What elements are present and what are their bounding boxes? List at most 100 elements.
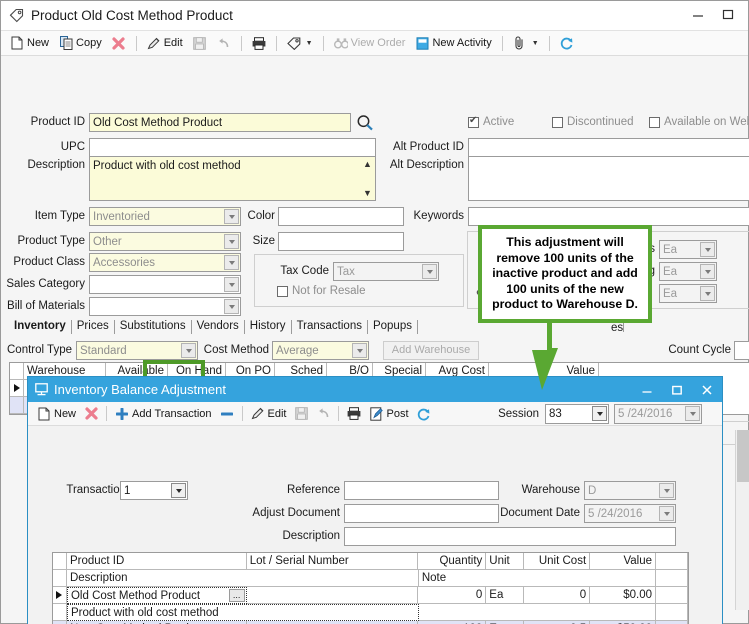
reference-input[interactable] [344, 481, 499, 500]
session-select[interactable]: 83 [545, 404, 609, 424]
chevron-down-icon[interactable] [659, 483, 674, 498]
not-for-resale-checkbox[interactable]: Not for Resale [277, 285, 366, 297]
row-selector[interactable] [10, 380, 24, 397]
dialog-remove-transaction-button[interactable] [216, 403, 238, 424]
add-warehouse-button[interactable]: Add Warehouse [383, 341, 479, 360]
available-on-web-checkbox[interactable]: Available on Web [649, 116, 749, 128]
tab-transactions[interactable]: Transactions [292, 320, 368, 334]
magnifier-icon[interactable] [356, 114, 374, 135]
tab-vendors[interactable]: Vendors [192, 320, 245, 334]
tax-code-select[interactable]: Tax [333, 262, 439, 281]
chevron-down-icon[interactable] [181, 343, 196, 358]
chevron-down-icon[interactable] [700, 242, 715, 257]
toolbar-save-button[interactable] [189, 33, 211, 54]
active-checkbox[interactable]: Active [468, 115, 514, 128]
discontinued-checkbox[interactable]: Discontinued [552, 116, 633, 128]
chevron-up-icon[interactable]: ▲ [363, 159, 372, 169]
table-row[interactable]: Old Cost Method Product ... 0 Ea 0 $0.00 [53, 587, 688, 604]
description-input[interactable]: Product with old cost method [89, 156, 376, 201]
transaction-select[interactable]: 1 [120, 481, 188, 500]
cell-product-id[interactable]: Old Cost Method Product ... [66, 587, 247, 604]
cell-unit[interactable]: Ea [486, 587, 525, 604]
cell-note[interactable] [418, 604, 657, 621]
dialog-print-button[interactable] [343, 403, 365, 424]
control-type-select[interactable]: Standard [76, 341, 198, 360]
upc-input[interactable] [89, 138, 376, 157]
product-type-select[interactable]: Other [89, 232, 241, 251]
table-row-description[interactable]: Product with old cost method [53, 604, 688, 621]
maximize-icon[interactable] [666, 379, 688, 401]
description-scrollbar[interactable]: ▲ ▼ [361, 157, 375, 200]
document-date-field[interactable]: 5 /24/2016 [584, 504, 676, 523]
chevron-down-icon[interactable] [224, 299, 239, 314]
product-class-select[interactable]: Accessories [89, 253, 241, 272]
count-cycle-input[interactable] [734, 341, 749, 360]
chevron-down-icon[interactable] [700, 286, 715, 301]
dialog-refresh-button[interactable] [413, 403, 435, 424]
toolbar-attachment-button[interactable]: ▼ [509, 33, 543, 54]
dialog-description-input[interactable] [344, 527, 676, 546]
item-type-select[interactable]: Inventoried [89, 207, 241, 226]
purchasing-unit-select[interactable]: Ea [659, 262, 717, 281]
dialog-undo-button[interactable] [312, 403, 334, 424]
toolbar-copy-button[interactable]: Copy [55, 33, 106, 54]
main-scrollbar[interactable] [735, 430, 749, 610]
dialog-save-button[interactable] [290, 403, 312, 424]
chevron-down-icon[interactable]: ▼ [306, 40, 313, 47]
cell-quantity[interactable]: 0 [418, 587, 487, 604]
chevron-down-icon[interactable]: ▼ [532, 40, 539, 47]
cell-description[interactable]: Product with old cost method [66, 604, 419, 621]
cell-value[interactable]: $0.00 [590, 587, 657, 604]
maximize-icon[interactable] [714, 3, 742, 25]
color-input[interactable] [278, 207, 404, 226]
dialog-new-button[interactable]: New [33, 403, 80, 424]
tab-history[interactable]: History [245, 320, 292, 334]
other-unit-select[interactable]: Ea [659, 284, 717, 303]
product-lookup-button[interactable]: ... [228, 589, 245, 602]
chevron-down-icon[interactable] [224, 277, 239, 292]
scrollbar-thumb[interactable] [737, 430, 749, 482]
sales-unit-select[interactable]: Ea [659, 240, 717, 259]
toolbar-edit-button[interactable]: Edit [143, 33, 187, 54]
dialog-post-button[interactable]: Post [365, 403, 412, 424]
dialog-delete-button[interactable] [80, 403, 102, 424]
tab-inventory[interactable]: Inventory [9, 320, 72, 334]
toolbar-refresh-button[interactable] [556, 33, 578, 54]
tab-popups[interactable]: Popups [368, 320, 418, 334]
alt-description-input[interactable] [468, 156, 749, 201]
cost-method-select[interactable]: Average [272, 341, 369, 360]
session-date-field[interactable]: 5 /24/2016 [614, 404, 702, 424]
chevron-down-icon[interactable] [224, 209, 239, 224]
sales-category-select[interactable] [89, 275, 241, 294]
toolbar-tag-button[interactable]: ▼ [283, 33, 317, 54]
chevron-down-icon[interactable] [685, 406, 700, 421]
toolbar-delete-button[interactable] [108, 33, 130, 54]
chevron-down-icon[interactable] [224, 234, 239, 249]
toolbar-new-button[interactable]: New [6, 33, 53, 54]
chevron-down-icon[interactable] [352, 343, 367, 358]
chevron-down-icon[interactable] [171, 483, 186, 498]
tab-prices[interactable]: Prices [72, 320, 115, 334]
minimize-icon[interactable] [684, 3, 712, 25]
adjust-document-input[interactable] [344, 504, 499, 523]
close-icon[interactable] [696, 379, 718, 401]
toolbar-view-order-button[interactable]: View Order [330, 33, 410, 54]
alt-product-id-input[interactable] [468, 138, 749, 157]
toolbar-new-activity-button[interactable]: New Activity [411, 33, 495, 54]
chevron-down-icon[interactable] [700, 264, 715, 279]
chevron-down-icon[interactable] [224, 255, 239, 270]
tab-substitutions[interactable]: Substitutions [115, 320, 192, 334]
bill-of-materials-select[interactable] [89, 297, 241, 316]
dialog-add-transaction-button[interactable]: Add Transaction [111, 403, 216, 424]
toolbar-undo-button[interactable] [213, 33, 235, 54]
cell-unit-cost[interactable]: 0 [524, 587, 591, 604]
cell-lot-serial[interactable] [246, 587, 419, 604]
chevron-down-icon[interactable]: ▼ [363, 188, 372, 198]
toolbar-print-button[interactable] [248, 33, 270, 54]
warehouse-select[interactable]: D [584, 481, 676, 500]
dialog-edit-button[interactable]: Edit [247, 403, 291, 424]
size-input[interactable] [278, 232, 404, 251]
minimize-icon[interactable] [636, 379, 658, 401]
keywords-input[interactable] [468, 207, 749, 226]
partial-tab-1[interactable]: es [611, 322, 623, 334]
